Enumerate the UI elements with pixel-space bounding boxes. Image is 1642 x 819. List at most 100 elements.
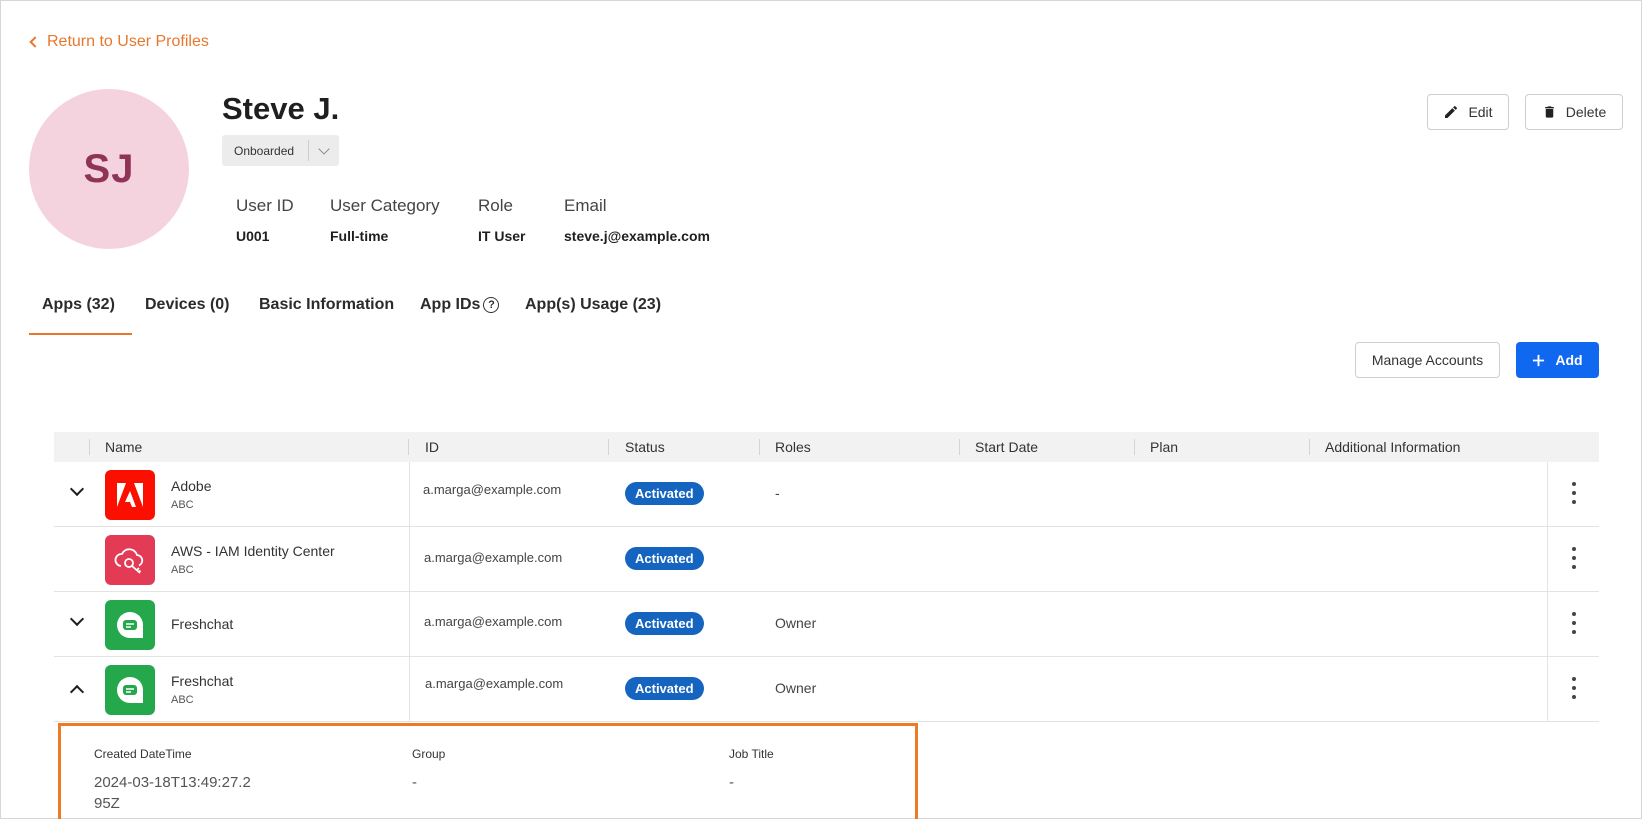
active-tab-indicator: [29, 333, 132, 335]
return-link-label: Return to User Profiles: [47, 33, 209, 50]
app-name[interactable]: Freshchat: [171, 616, 233, 632]
edit-button-label: Edit: [1468, 104, 1493, 120]
status-badge: Activated: [625, 677, 704, 700]
column-divider[interactable]: [1134, 439, 1135, 455]
column-header-roles[interactable]: Roles: [775, 432, 811, 462]
column-header-plan[interactable]: Plan: [1150, 432, 1178, 462]
status-badge: Activated: [625, 482, 704, 505]
tab-devices-label: Devices (0): [145, 296, 230, 313]
status-badge: Activated: [625, 547, 704, 570]
edit-button[interactable]: Edit: [1427, 94, 1509, 130]
detail-value-group: -: [412, 774, 417, 791]
tab-apps[interactable]: Apps (32): [42, 296, 115, 314]
app-name[interactable]: AWS - IAM Identity Center: [171, 543, 335, 559]
app-name[interactable]: Adobe: [171, 478, 211, 494]
pencil-icon: [1445, 105, 1458, 118]
detail-label-job-title: Job Title: [729, 747, 774, 761]
table-row: Adobe ABC a.marga@example.com Activated …: [54, 462, 1599, 527]
profile-tabs: Apps (32) Devices (0) Basic Information …: [29, 296, 729, 336]
column-divider: [1547, 527, 1548, 592]
freshchat-icon: [105, 600, 155, 650]
more-options-icon[interactable]: [1571, 547, 1577, 569]
table-header: Name ID Status Roles Start Date Plan Add…: [54, 432, 1599, 462]
column-header-name[interactable]: Name: [105, 432, 142, 462]
detail-label-created-datetime: Created DateTime: [94, 747, 192, 761]
help-icon[interactable]: ?: [483, 297, 500, 313]
status-badge: Activated: [625, 612, 704, 635]
account-id: a.marga@example.com: [424, 550, 563, 565]
detail-label-group: Group: [412, 747, 446, 761]
column-header-start-date[interactable]: Start Date: [975, 432, 1038, 462]
collapse-chevron-up-icon[interactable]: [69, 684, 85, 700]
expanded-row-details: Created DateTime 2024-03-18T13:49:27.295…: [58, 723, 918, 819]
email-label: Email: [564, 196, 607, 215]
adobe-icon: [105, 470, 155, 520]
tab-app-ids-label: App IDs: [420, 296, 481, 313]
roles-cell: Owner: [775, 615, 817, 631]
column-divider: [409, 527, 410, 592]
role-label: Role: [478, 196, 513, 215]
column-header-status[interactable]: Status: [625, 432, 665, 462]
expand-chevron-down-icon[interactable]: [69, 611, 85, 627]
more-options-icon[interactable]: [1571, 612, 1577, 634]
tab-basic-information[interactable]: Basic Information: [259, 296, 394, 314]
tab-basic-information-label: Basic Information: [259, 296, 395, 313]
plus-icon: [1533, 354, 1545, 366]
column-divider[interactable]: [408, 439, 409, 455]
column-divider: [1547, 657, 1548, 722]
account-id: a.marga@example.com: [423, 482, 562, 497]
app-subtitle: ABC: [171, 499, 194, 511]
role-value: IT User: [478, 228, 526, 244]
column-header-id[interactable]: ID: [425, 432, 439, 462]
user-id-value: U001: [236, 228, 270, 244]
delete-button[interactable]: Delete: [1525, 94, 1623, 130]
avatar: SJ: [29, 89, 189, 249]
app-subtitle: ABC: [171, 694, 194, 706]
user-name: Steve J.: [222, 91, 340, 126]
column-divider: [89, 439, 90, 455]
user-id-label: User ID: [236, 196, 294, 215]
more-options-icon[interactable]: [1571, 482, 1577, 504]
trash-icon: [1544, 106, 1554, 118]
chevron-left-icon: [29, 36, 41, 48]
return-link[interactable]: Return to User Profiles: [27, 33, 209, 51]
aws-iam-icon: [105, 535, 155, 585]
column-divider: [1547, 462, 1548, 527]
account-id: a.marga@example.com: [424, 614, 563, 629]
freshchat-icon: [105, 665, 155, 715]
column-divider: [409, 462, 410, 527]
table-row: Freshchat ABC a.marga@example.com Activa…: [54, 657, 1599, 722]
account-id: a.marga@example.com: [425, 676, 564, 691]
add-button[interactable]: Add: [1516, 342, 1599, 378]
table-row: AWS - IAM Identity Center ABC a.marga@ex…: [54, 527, 1599, 592]
roles-cell: -: [775, 485, 780, 501]
table-row: Freshchat a.marga@example.com Activated …: [54, 592, 1599, 657]
expand-chevron-down-icon[interactable]: [69, 481, 85, 497]
column-divider: [409, 592, 410, 657]
detail-value-created-datetime: 2024-03-18T13:49:27.295Z: [94, 774, 251, 812]
app-name[interactable]: Freshchat: [171, 673, 233, 689]
column-divider[interactable]: [1309, 439, 1310, 455]
column-divider[interactable]: [759, 439, 760, 455]
more-options-icon[interactable]: [1571, 677, 1577, 699]
column-divider: [1547, 592, 1548, 657]
chevron-down-icon: [309, 142, 339, 155]
status-dropdown-value: Onboarded: [234, 143, 295, 158]
tab-app-ids[interactable]: App IDs ?: [420, 296, 500, 314]
tab-app-usage[interactable]: App(s) Usage (23): [525, 296, 661, 314]
status-dropdown[interactable]: Onboarded: [222, 135, 339, 166]
user-category-label: User Category: [330, 196, 440, 215]
column-divider[interactable]: [608, 439, 609, 455]
add-button-label: Add: [1555, 352, 1583, 368]
delete-button-label: Delete: [1565, 104, 1607, 120]
email-value: steve.j@example.com: [564, 228, 710, 244]
column-divider[interactable]: [959, 439, 960, 455]
tab-app-usage-label: App(s) Usage (23): [525, 296, 662, 313]
column-divider: [409, 657, 410, 722]
avatar-initials: SJ: [83, 146, 135, 191]
column-header-additional-information[interactable]: Additional Information: [1325, 432, 1460, 462]
manage-accounts-label: Manage Accounts: [1371, 352, 1484, 368]
tab-devices[interactable]: Devices (0): [145, 296, 230, 314]
manage-accounts-button[interactable]: Manage Accounts: [1355, 342, 1500, 378]
user-category-value: Full-time: [330, 228, 389, 244]
